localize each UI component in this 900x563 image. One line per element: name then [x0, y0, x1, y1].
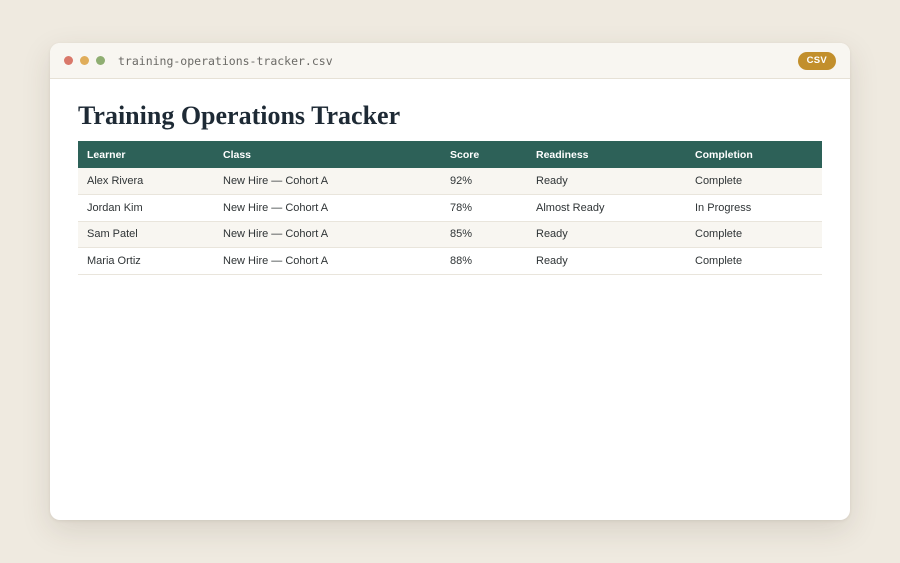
- main-content: Training Operations Tracker Learner Clas…: [50, 79, 850, 275]
- table-body: Alex Rivera New Hire — Cohort A 92% Read…: [78, 168, 822, 274]
- table-header-row: Learner Class Score Readiness Completion: [78, 141, 822, 168]
- maximize-window-button[interactable]: [96, 56, 105, 65]
- cell-score: 88%: [450, 254, 473, 267]
- cell-score: 78%: [450, 201, 473, 214]
- table-row[interactable]: Sam Patel New Hire — Cohort A 85% Ready …: [78, 221, 822, 248]
- cell-learner: Jordan Kim: [87, 201, 143, 214]
- cell-score: 85%: [450, 228, 473, 241]
- cell-learner: Alex Rivera: [87, 175, 144, 187]
- title-bar: training-operations-tracker.csv CSV: [50, 43, 850, 79]
- table-header: Learner Class Score Readiness Completion: [78, 141, 822, 168]
- column-header-readiness[interactable]: Readiness: [527, 141, 686, 168]
- file-name: training-operations-tracker.csv: [118, 53, 333, 68]
- table-row[interactable]: Jordan Kim New Hire — Cohort A 78% Almos…: [78, 194, 822, 221]
- cell-readiness: Ready: [536, 228, 568, 241]
- cell-class: New Hire — Cohort A: [223, 228, 329, 241]
- cell-learner: Sam Patel: [87, 228, 138, 241]
- file-type-badge: CSV: [797, 52, 836, 70]
- cell-completion: In Progress: [695, 201, 752, 214]
- tracker-table: Learner Class Score Readiness Completion…: [78, 141, 822, 275]
- app-window: training-operations-tracker.csv CSV Trai…: [50, 43, 850, 520]
- close-window-button[interactable]: [64, 56, 73, 65]
- cell-completion: Complete: [695, 228, 743, 241]
- cell-readiness: Almost Ready: [536, 201, 605, 214]
- cell-completion: Complete: [695, 175, 743, 187]
- cell-class: New Hire — Cohort A: [223, 254, 329, 267]
- page-title: Training Operations Tracker: [78, 101, 401, 130]
- column-header-completion[interactable]: Completion: [686, 141, 822, 168]
- column-header-class[interactable]: Class: [214, 141, 441, 168]
- table-row[interactable]: Maria Ortiz New Hire — Cohort A 88% Read…: [78, 247, 822, 274]
- cell-completion: Complete: [695, 254, 743, 267]
- cell-learner: Maria Ortiz: [87, 254, 141, 267]
- column-header-learner[interactable]: Learner: [78, 141, 214, 168]
- cell-readiness: Ready: [536, 254, 568, 267]
- cell-score: 92%: [450, 175, 473, 187]
- cell-class: New Hire — Cohort A: [223, 201, 329, 214]
- cell-class: New Hire — Cohort A: [223, 175, 329, 187]
- table-row[interactable]: Alex Rivera New Hire — Cohort A 92% Read…: [78, 168, 822, 195]
- column-header-score[interactable]: Score: [441, 141, 527, 168]
- minimize-window-button[interactable]: [80, 56, 89, 65]
- cell-readiness: Ready: [536, 175, 568, 187]
